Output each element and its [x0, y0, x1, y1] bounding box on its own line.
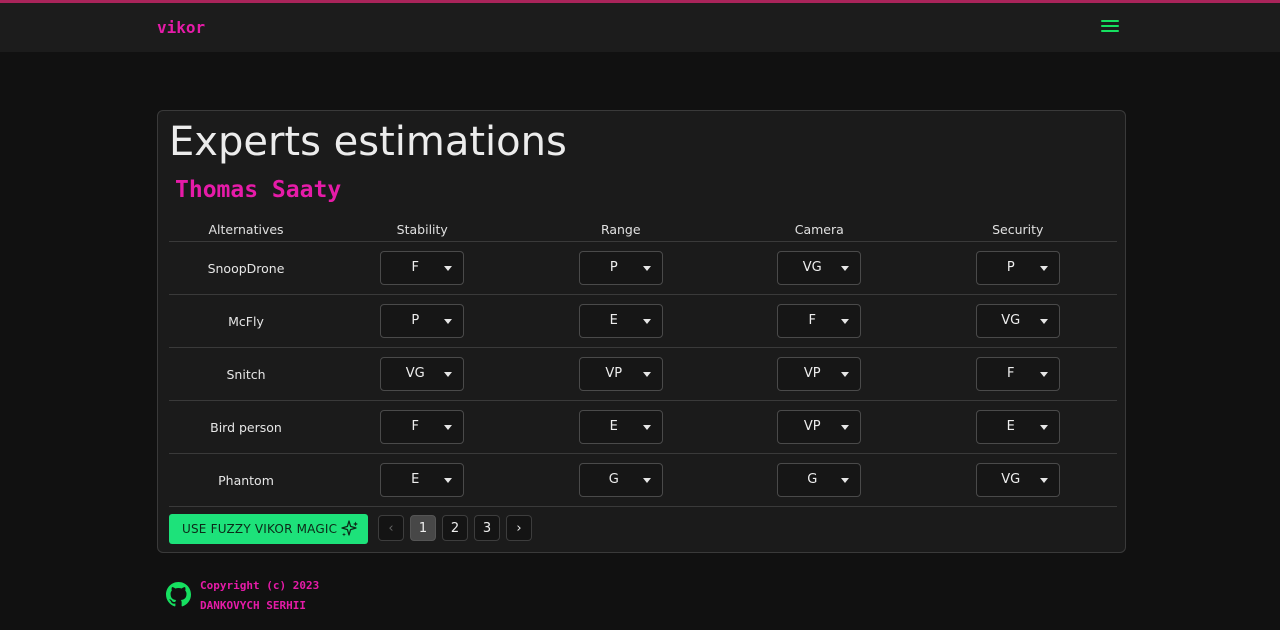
- caret-down-icon: [642, 372, 651, 377]
- hamburger-icon[interactable]: [1101, 20, 1119, 36]
- caret-down-icon: [642, 425, 651, 430]
- table-row: Snitch VG VP VP F: [169, 347, 1117, 401]
- caret-down-icon: [444, 372, 453, 377]
- estimate-select[interactable]: VG: [975, 463, 1060, 497]
- estimate-value: F: [808, 313, 816, 328]
- caret-down-icon: [1039, 319, 1048, 324]
- estimate-value: F: [411, 419, 419, 434]
- magic-button-label: USE FUZZY VIKOR MAGIC: [182, 522, 338, 536]
- estimate-value: G: [608, 472, 619, 487]
- caret-down-icon: [444, 478, 453, 483]
- estimations-card: Experts estimations Thomas Saaty Alterna…: [157, 110, 1126, 553]
- alternative-name: Snitch: [169, 347, 323, 401]
- caret-down-icon: [841, 266, 850, 271]
- estimations-table: Alternatives Stability Range Camera Secu…: [169, 217, 1117, 507]
- caret-down-icon: [444, 319, 453, 324]
- estimate-value: VP: [803, 366, 821, 381]
- estimate-select[interactable]: P: [975, 251, 1060, 285]
- estimate-value: F: [1007, 366, 1015, 381]
- caret-down-icon: [642, 266, 651, 271]
- pagination-page-1[interactable]: 1: [410, 515, 436, 541]
- pagination-page-2[interactable]: 2: [442, 515, 468, 541]
- estimate-value: VG: [1001, 313, 1021, 328]
- estimate-value: E: [411, 472, 420, 487]
- estimate-value: VP: [605, 366, 623, 381]
- table-header-row: Alternatives Stability Range Camera Secu…: [169, 217, 1117, 242]
- table-row: SnoopDrone F P VG P: [169, 241, 1117, 295]
- caret-down-icon: [841, 319, 850, 324]
- author-text: DANKOVYCH SERHII: [200, 599, 306, 612]
- copyright-text: Copyright (c) 2023: [200, 579, 320, 592]
- caret-down-icon: [1039, 266, 1048, 271]
- caret-down-icon: [444, 266, 453, 271]
- caret-down-icon: [642, 478, 651, 483]
- github-icon[interactable]: [166, 582, 191, 607]
- alternative-name: SnoopDrone: [169, 241, 323, 295]
- estimate-value: P: [1006, 260, 1015, 275]
- column-header-alternatives: Alternatives: [169, 217, 323, 242]
- estimate-value: VG: [1001, 472, 1021, 487]
- footer-text: Copyright (c) 2023 DANKOVYCH SERHII: [200, 576, 319, 616]
- caret-down-icon: [1039, 478, 1048, 483]
- table-row: McFly P E F VG: [169, 294, 1117, 348]
- page-title: Experts estimations: [169, 119, 567, 165]
- navbar: vikor: [0, 3, 1280, 52]
- estimate-value: P: [411, 313, 420, 328]
- alternative-name: Phantom: [169, 453, 323, 507]
- estimate-select[interactable]: VG: [777, 251, 862, 285]
- sparkles-icon: [341, 520, 358, 537]
- estimate-select[interactable]: E: [578, 410, 663, 444]
- brand-logo[interactable]: vikor: [157, 18, 205, 37]
- estimate-value: E: [609, 419, 618, 434]
- caret-down-icon: [444, 425, 453, 430]
- estimate-select[interactable]: VP: [578, 357, 663, 391]
- estimate-select[interactable]: G: [578, 463, 663, 497]
- estimate-value: G: [807, 472, 818, 487]
- estimate-select[interactable]: P: [380, 304, 465, 338]
- estimate-select[interactable]: E: [380, 463, 465, 497]
- estimate-value: E: [1006, 419, 1015, 434]
- estimate-select[interactable]: VG: [975, 304, 1060, 338]
- pagination-page-3[interactable]: 3: [474, 515, 500, 541]
- caret-down-icon: [841, 372, 850, 377]
- estimate-select[interactable]: F: [777, 304, 862, 338]
- estimate-select[interactable]: VG: [380, 357, 465, 391]
- table-row: Bird person F E VP E: [169, 400, 1117, 454]
- estimate-select[interactable]: VP: [777, 410, 862, 444]
- table-row: Phantom E G G VG: [169, 453, 1117, 507]
- estimate-select[interactable]: F: [975, 357, 1060, 391]
- estimate-select[interactable]: F: [380, 410, 465, 444]
- column-header-stability: Stability: [323, 217, 522, 242]
- alternative-name: Bird person: [169, 400, 323, 454]
- caret-down-icon: [1039, 425, 1048, 430]
- estimate-select[interactable]: F: [380, 251, 465, 285]
- expert-name: Thomas Saaty: [175, 177, 342, 203]
- estimate-select[interactable]: P: [578, 251, 663, 285]
- estimate-value: VP: [803, 419, 821, 434]
- estimate-value: F: [411, 260, 419, 275]
- estimate-value: VG: [405, 366, 425, 381]
- column-header-range: Range: [521, 217, 720, 242]
- caret-down-icon: [841, 478, 850, 483]
- estimate-select[interactable]: E: [975, 410, 1060, 444]
- caret-down-icon: [642, 319, 651, 324]
- caret-down-icon: [841, 425, 850, 430]
- use-fuzzy-vikor-magic-button[interactable]: USE FUZZY VIKOR MAGIC: [169, 514, 368, 544]
- column-header-security: Security: [918, 217, 1117, 242]
- pagination-prev-button[interactable]: ‹: [378, 515, 404, 541]
- caret-down-icon: [1039, 372, 1048, 377]
- estimate-value: P: [609, 260, 618, 275]
- alternative-name: McFly: [169, 294, 323, 348]
- column-header-camera: Camera: [720, 217, 919, 242]
- pagination-next-button[interactable]: ›: [506, 515, 532, 541]
- estimate-select[interactable]: G: [777, 463, 862, 497]
- estimate-value: E: [609, 313, 618, 328]
- estimate-select[interactable]: E: [578, 304, 663, 338]
- estimate-select[interactable]: VP: [777, 357, 862, 391]
- estimate-value: VG: [802, 260, 822, 275]
